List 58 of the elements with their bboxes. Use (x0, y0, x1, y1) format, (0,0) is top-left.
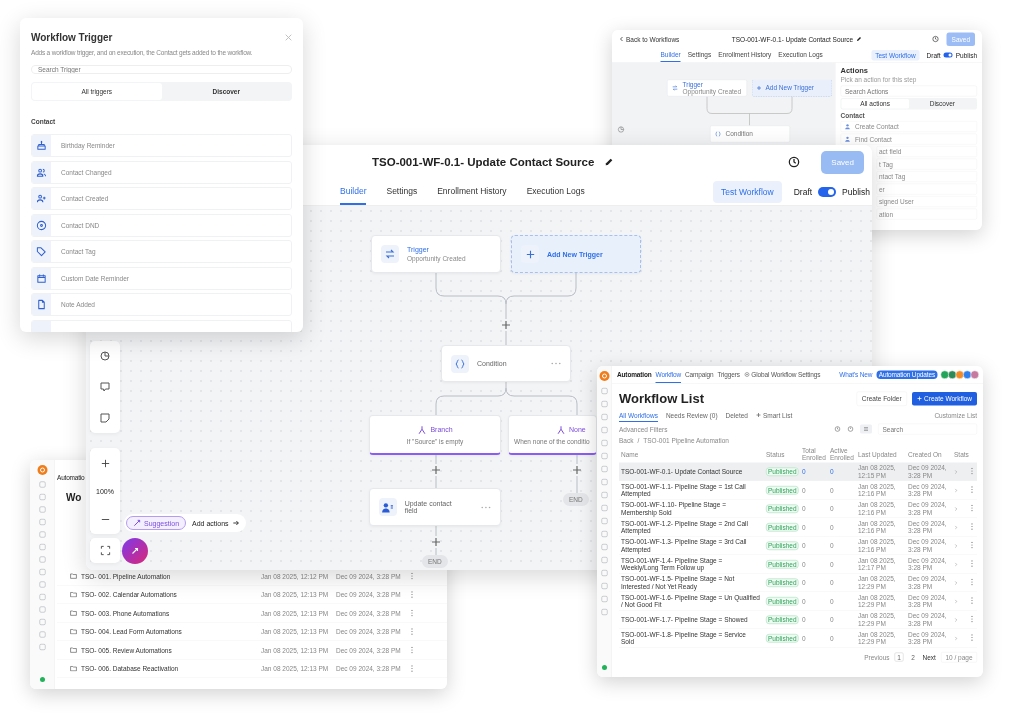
assistant-button[interactable] (122, 538, 148, 564)
draft-label: Draft (793, 187, 813, 197)
add-user-icon (36, 193, 47, 204)
user-edit-icon (381, 500, 395, 514)
braces-icon (454, 357, 466, 370)
add-step-icon[interactable] (501, 320, 511, 330)
calendar-icon (36, 272, 47, 284)
document-icon (36, 299, 47, 310)
tag-icon (36, 246, 47, 257)
publish-toggle[interactable] (943, 52, 953, 58)
cake-icon (36, 140, 47, 151)
fit-view-button[interactable] (90, 538, 120, 563)
history-icon[interactable] (787, 155, 802, 169)
branch-icon (417, 424, 428, 435)
tab[interactable]: Execution Logs (526, 179, 585, 205)
add-step-icon[interactable] (572, 465, 582, 475)
list-view-button[interactable] (860, 424, 872, 434)
swap-icon (384, 248, 396, 260)
tab[interactable]: Enrollment History (437, 179, 507, 205)
fit-view-icon (99, 545, 111, 556)
avatar[interactable] (963, 370, 972, 379)
page-title: Workflow List (619, 390, 704, 407)
comment-icon[interactable] (99, 381, 111, 393)
more-icon[interactable] (481, 505, 491, 509)
avatar[interactable] (970, 370, 979, 379)
plus-icon (524, 248, 536, 260)
status-dot-icon (601, 665, 607, 670)
people-icon (36, 166, 47, 178)
panel-title: Workflow Trigger (31, 32, 113, 43)
workflow-title: TSO-001-WF-0.1- Update Contact Source (372, 156, 595, 168)
wand-icon (130, 546, 140, 556)
tab[interactable]: Settings (386, 179, 418, 205)
pencil-icon[interactable] (604, 157, 615, 167)
pencil-icon[interactable] (856, 36, 863, 42)
user-icon (844, 135, 851, 143)
wand-icon (133, 519, 141, 527)
publish-label: Publish (842, 187, 870, 197)
avatar[interactable] (940, 370, 949, 379)
status-dot-icon (39, 677, 45, 682)
test-workflow-button[interactable]: Test Workflow (712, 181, 782, 203)
avatar[interactable] (955, 370, 964, 379)
zoom-in-icon[interactable] (99, 457, 111, 469)
trigger-item[interactable] (31, 319, 292, 332)
page-title: Wo (66, 491, 82, 503)
logo-icon (37, 465, 48, 475)
branch-icon (556, 424, 566, 435)
publish-toggle[interactable] (818, 187, 837, 197)
user-icon (844, 123, 851, 130)
pie-chart-icon[interactable] (99, 350, 111, 363)
note-icon[interactable] (99, 411, 111, 424)
add-step-icon[interactable] (431, 537, 441, 547)
arrow-right-icon (231, 519, 240, 527)
more-icon[interactable] (551, 362, 561, 365)
close-icon[interactable] (285, 34, 292, 41)
gear-icon (743, 371, 750, 378)
add-step-icon[interactable] (431, 465, 441, 475)
target-icon (36, 219, 47, 231)
avatar[interactable] (948, 370, 957, 379)
